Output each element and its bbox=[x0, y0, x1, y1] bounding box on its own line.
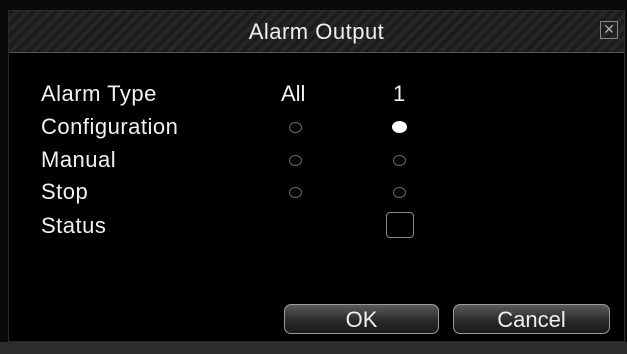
configuration-1-radio[interactable] bbox=[392, 121, 407, 133]
status-1-checkbox[interactable] bbox=[386, 212, 414, 238]
dialog-title: Alarm Output bbox=[248, 19, 385, 44]
status-label: Status bbox=[41, 213, 107, 238]
configuration-all-radio[interactable] bbox=[289, 122, 302, 133]
ok-button[interactable]: OK bbox=[284, 304, 439, 334]
column-all-header: All bbox=[281, 81, 306, 106]
close-icon[interactable]: ✕ bbox=[600, 21, 618, 39]
stop-1-radio[interactable] bbox=[393, 187, 406, 198]
manual-label: Manual bbox=[41, 147, 117, 172]
alarm-type-label: Alarm Type bbox=[41, 81, 157, 106]
stop-label: Stop bbox=[41, 179, 89, 204]
title-bar: Alarm Output ✕ bbox=[9, 11, 624, 53]
bottom-strip bbox=[0, 342, 627, 354]
manual-1-radio[interactable] bbox=[393, 155, 406, 166]
manual-all-radio[interactable] bbox=[289, 155, 302, 166]
cancel-button[interactable]: Cancel bbox=[453, 304, 610, 334]
column-1-header: 1 bbox=[393, 81, 406, 106]
configuration-label: Configuration bbox=[41, 114, 179, 139]
stop-all-radio[interactable] bbox=[289, 187, 302, 198]
alarm-output-dialog: Alarm Output ✕ Alarm Type All 1 Configur… bbox=[8, 10, 625, 342]
